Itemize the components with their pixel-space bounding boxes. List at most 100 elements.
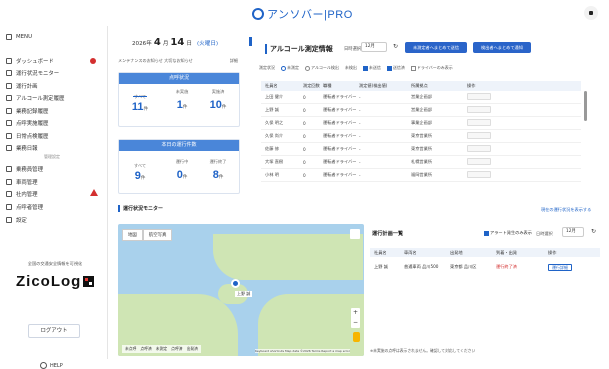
menu-toggle[interactable]: MENU: [6, 32, 102, 41]
date-select[interactable]: 12月: [562, 227, 584, 237]
operations-map[interactable]: 地図 航空写真 上野 誠 + − 未点呼 点呼済 未測定 点呼済 出発済 Keyb…: [118, 224, 364, 356]
monitor-link[interactable]: 現在の運行状況を表示する: [541, 207, 591, 213]
sidebar-item-vehicle[interactable]: 車両管理: [6, 177, 102, 186]
refresh-icon[interactable]: ↻: [393, 43, 398, 50]
sidebar-item-settings[interactable]: 設定: [6, 215, 102, 224]
sidebar-item-company[interactable]: 社内管理: [6, 189, 102, 198]
logout-button[interactable]: ログアウト: [28, 324, 80, 338]
cell-value: -: [359, 107, 361, 113]
operations-panel: 運行計画一覧 アラート発生のみ表示 日時選択 12月 ↻ 社員名 車両名 出発地…: [366, 224, 603, 356]
stat-all[interactable]: 11件: [127, 101, 153, 113]
stat-all[interactable]: 9件: [127, 170, 153, 182]
user-icon[interactable]: [584, 6, 598, 20]
sidebar-item-record[interactable]: 業務記録履歴: [6, 106, 102, 115]
filter-check-sent[interactable]: 送信済: [386, 65, 405, 71]
street-view-icon[interactable]: [353, 332, 360, 342]
checkbox-label: ドライバーのみ表示: [416, 65, 453, 70]
send-button[interactable]: [467, 158, 491, 165]
send-button[interactable]: [467, 106, 491, 113]
zoom-control[interactable]: + −: [351, 308, 360, 328]
vehicle-icon: [6, 178, 12, 185]
table-row[interactable]: 大塚 直樹 0 運転者ドライバー - 札幌営業所: [261, 156, 581, 169]
record-icon: [6, 107, 12, 114]
alert-only-checkbox[interactable]: アラート発生のみ表示: [484, 230, 532, 236]
table-row[interactable]: 小林 明 0 運転者ドライバー - 福岡営業所: [261, 169, 581, 182]
table-row[interactable]: 久保 尚介 0 運転者ドライバー - 東京営業所: [261, 130, 581, 143]
notify-detected-button[interactable]: 検出者へまとめて通知: [473, 42, 531, 53]
filter-check-unsent[interactable]: 未送信: [362, 65, 381, 71]
sidebar-item-crew[interactable]: 乗務員管理: [6, 164, 102, 173]
table-row[interactable]: 久保 明之 0 運転者ドライバー - 事業企画部: [261, 117, 581, 130]
stat-finished[interactable]: 8件: [205, 169, 231, 181]
fullscreen-icon[interactable]: [350, 229, 360, 239]
send-button[interactable]: [467, 171, 491, 178]
table-row[interactable]: 上野 誠 0 運転者ドライバー - 営業企画部: [261, 104, 581, 117]
help-label: HELP: [50, 362, 63, 369]
help-link[interactable]: HELP: [40, 362, 63, 369]
maintenance-detail-link[interactable]: 詳細: [230, 58, 238, 64]
maintenance-notice[interactable]: メンテナンスのお知らせ 大切なお知らせ 詳細: [118, 58, 238, 64]
stat-done[interactable]: 10件: [205, 99, 231, 111]
table-row[interactable]: 上田 健介 0 運転者ドライバー - 営業企画部: [261, 91, 581, 104]
radio-icon: [305, 65, 310, 71]
tab-satellite[interactable]: 航空写真: [142, 229, 173, 241]
sidebar-item-report[interactable]: 業務日報: [6, 143, 102, 152]
checkbox-icon: [386, 65, 392, 71]
stat-not-done[interactable]: 1件: [169, 99, 195, 111]
cell-value: -: [359, 94, 361, 100]
refresh-icon[interactable]: ↻: [591, 228, 596, 235]
sidebar-item-rollcall[interactable]: 点呼実施履歴: [6, 118, 102, 127]
send-button[interactable]: [467, 132, 491, 139]
checkbox-icon: [410, 65, 416, 71]
date-select[interactable]: 12月: [361, 42, 387, 52]
table-row[interactable]: 上野 誠 普通車両 品川500 東京都 品川区 運行終了済 運行詳細: [370, 258, 600, 276]
send-button[interactable]: [467, 93, 491, 100]
column-header: 所属拠点: [411, 83, 428, 88]
date-month-unit: 月: [162, 41, 169, 47]
send-button[interactable]: [467, 145, 491, 152]
table-scrollbar[interactable]: [583, 81, 588, 189]
stat-label: 運行終了: [209, 159, 227, 164]
sidebar-item-label: 車両管理: [16, 179, 38, 186]
table-header: 社員名 測定回数 職種 測定値(検出値) 所属拠点 操作: [261, 81, 581, 91]
filter-check-driver-only[interactable]: ドライバーのみ表示: [410, 65, 453, 71]
collapse-icon[interactable]: [249, 37, 252, 46]
table-body: 上田 健介 0 運転者ドライバー - 営業企画部 上野 誠 0 運転者ドライバー - 営業企画部久…: [261, 91, 581, 182]
filter-radio-alcohol[interactable]: アルコール検出: [305, 65, 339, 71]
sidebar-item-plan[interactable]: 運行計画: [6, 81, 102, 90]
filter-radio-unmeasured[interactable]: 未測定: [281, 65, 299, 71]
sidebar-item-inspection[interactable]: 日常点検履歴: [6, 131, 102, 140]
monitor-title: 運行状況モニター: [118, 205, 163, 212]
rollcall-icon: [6, 119, 12, 126]
date-year: 2026年: [132, 41, 152, 47]
map-land: [258, 294, 364, 356]
legend-item: 点呼済: [140, 346, 152, 351]
sidebar-item-monitor[interactable]: 運行状況モニター: [6, 68, 102, 77]
report-icon: [6, 144, 12, 151]
zicolog-logo[interactable]: ZicoLog: [16, 273, 95, 290]
today-operations-card: 本日の運行件数 すべて 9件 運行中 0件 運行終了 8件: [118, 139, 240, 194]
sidebar-item-dashboard[interactable]: ダッシュボード: [6, 56, 102, 65]
alcohol-table: 社員名 測定回数 職種 測定値(検出値) 所属拠点 操作 上田 健介 0 運転者ドラ…: [261, 81, 581, 199]
stat-label: すべて: [133, 163, 147, 168]
sidebar-item-caller[interactable]: 点呼者管理: [6, 202, 102, 211]
app-logo[interactable]: アンソバー|PRO: [252, 7, 353, 21]
cell-role: 運転者ドライバー: [323, 94, 357, 99]
table-row[interactable]: 佐藤 修 0 運転者ドライバー - 東京営業所: [261, 143, 581, 156]
logo-icon: [252, 8, 264, 20]
vehicle-pin-icon[interactable]: [231, 279, 240, 288]
checkbox-label: 送信済: [392, 65, 405, 70]
cell-action: [467, 171, 525, 179]
detail-button[interactable]: 運行詳細: [548, 263, 572, 271]
scrollbar-thumb[interactable]: [584, 91, 587, 121]
sidebar-item-label: 点呼実施履歴: [16, 120, 49, 127]
sidebar-item-alcohol[interactable]: アルコール測定履歴: [6, 93, 102, 102]
tab-map[interactable]: 地図: [122, 229, 143, 241]
cell-role: 運転者ドライバー: [323, 146, 357, 151]
send-unmeasured-button[interactable]: 未測定者へまとめて送信: [405, 42, 467, 53]
stat-running[interactable]: 0件: [169, 169, 195, 181]
plan-icon: [6, 82, 12, 89]
company-icon: [6, 190, 12, 197]
send-button[interactable]: [467, 119, 491, 126]
cell-action: [467, 158, 525, 166]
